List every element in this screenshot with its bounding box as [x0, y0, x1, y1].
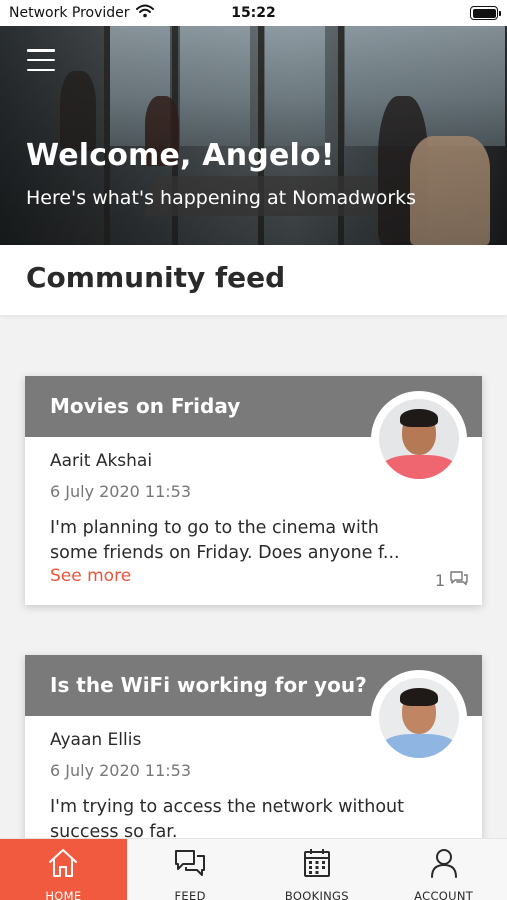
comment-count[interactable]: 1	[435, 570, 469, 590]
status-bar: Network Provider 15:22	[0, 0, 507, 26]
welcome-subtitle: Here's what's happening at Nomadworks	[26, 187, 417, 209]
calendar-icon	[300, 847, 334, 883]
post-body: Aarit Akshai 6 July 2020 11:53 I'm plann…	[25, 437, 482, 600]
post-text: I'm planning to go to the cinema with so…	[50, 518, 400, 563]
comment-count-value: 1	[434, 570, 445, 590]
tab-bar: HOME FEED BOOKINGS ACCOUNT	[0, 838, 507, 900]
carrier-label: Network Provider	[9, 5, 130, 21]
see-more-link[interactable]: See more	[50, 566, 131, 586]
comments-icon	[449, 570, 469, 590]
post-author: Ayaan Ellis	[50, 730, 142, 750]
post-title: Is the WiFi working for you?	[50, 673, 367, 697]
hamburger-icon-line	[27, 68, 55, 71]
person-icon	[427, 847, 461, 883]
app-screen: Network Provider 15:22 Welcome, Angelo! …	[0, 0, 507, 900]
tab-label: ACCOUNT	[414, 889, 474, 900]
hamburger-icon-line	[27, 58, 55, 62]
menu-button[interactable]	[27, 49, 55, 71]
section-title: Community feed	[26, 261, 286, 294]
post-date: 6 July 2020 11:53	[50, 761, 192, 780]
tab-label: FEED	[174, 889, 206, 900]
post-author: Aarit Akshai	[50, 451, 153, 471]
tab-account[interactable]: ACCOUNT	[380, 839, 507, 900]
tab-label: BOOKINGS	[284, 889, 349, 900]
tab-home[interactable]: HOME	[0, 839, 127, 900]
tab-bookings[interactable]: BOOKINGS	[254, 839, 381, 900]
chat-bubbles-icon	[173, 847, 207, 883]
post-date: 6 July 2020 11:53	[50, 482, 192, 501]
section-header: Community feed	[0, 245, 507, 315]
wifi-icon	[135, 4, 154, 22]
welcome-title: Welcome, Angelo!	[26, 138, 335, 173]
hero-banner: Welcome, Angelo! Here's what's happening…	[0, 26, 507, 245]
post-title: Movies on Friday	[50, 394, 241, 418]
tab-label: HOME	[45, 889, 82, 900]
hamburger-icon-line	[27, 49, 55, 52]
battery-icon	[470, 6, 501, 20]
feed-post-card[interactable]: Movies on Friday Aarit Akshai 6 July 202…	[25, 376, 482, 605]
feed-post-card[interactable]: Is the WiFi working for you? Ayaan Ellis…	[25, 655, 482, 855]
tab-feed[interactable]: FEED	[127, 839, 254, 900]
home-icon	[46, 847, 80, 883]
status-left: Network Provider	[9, 4, 154, 22]
